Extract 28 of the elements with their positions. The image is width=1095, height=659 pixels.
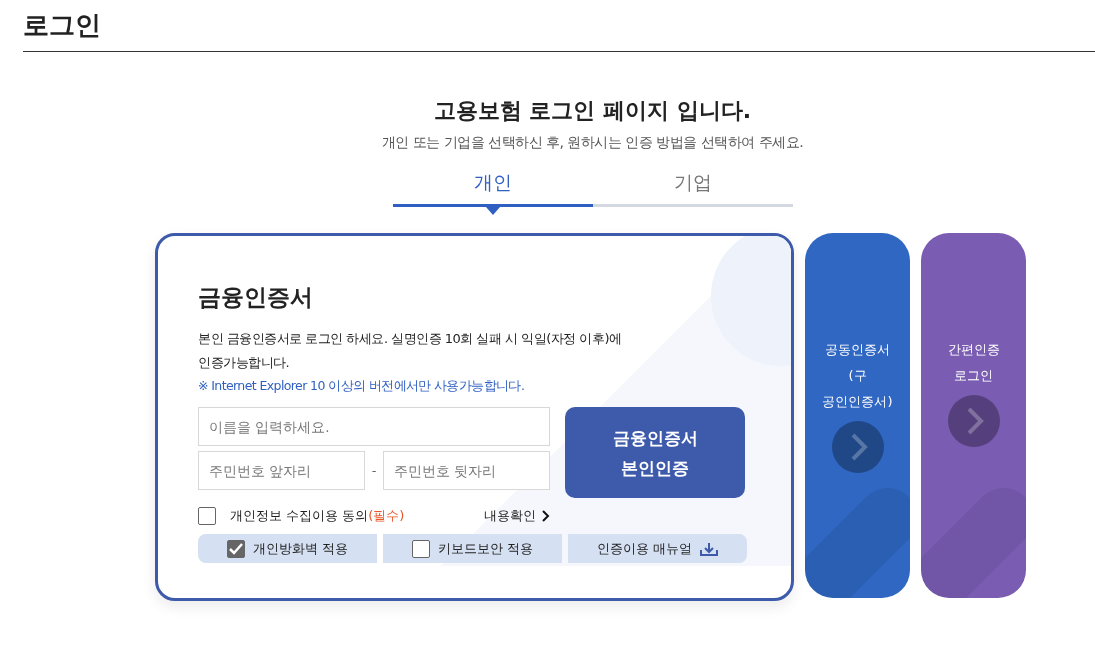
chevron-icon (542, 510, 550, 522)
browser-notice: ※ Internet Explorer 10 이상의 버전에서만 사용가능합니다. (198, 378, 525, 395)
consent-label: 개인정보 수집이용 동의(필수) (230, 507, 405, 525)
id-separator: - (371, 463, 377, 478)
tab-pointer-icon (485, 207, 500, 215)
verify-button[interactable]: 금융인증서 본인인증 (565, 407, 745, 498)
tab[interactable]: 개인 (392, 166, 593, 207)
card-title: 금융인증서 (198, 283, 313, 312)
details-link[interactable]: 내용확인 (484, 507, 550, 525)
checkbox[interactable] (198, 507, 216, 525)
checkbox[interactable] (411, 539, 430, 558)
option-toggle[interactable]: 개인방화벽 적용 (198, 534, 377, 563)
auth-option-card[interactable]: 공동인증서 (구 공인인증서) (805, 233, 910, 598)
auth-option-label: 간편인증 로그인 (947, 341, 1000, 385)
option-toggle[interactable]: 키보드보안 적용 (383, 534, 562, 563)
page-title: 로그인 (23, 9, 101, 42)
auth-option-label: 공동인증서 (구 공인인증서) (822, 341, 893, 411)
download-icon (700, 541, 719, 556)
page-heading: 고용보험 로그인 페이지 입니다. (433, 97, 752, 125)
tab[interactable]: 기업 (592, 166, 793, 207)
card-description: 본인 금융인증서로 로그인 하세요. 실명인증 10회 실패 시 익일(자정 이후)에 인증가능합니다. (198, 330, 623, 372)
checkbox[interactable] (226, 539, 245, 558)
manual-download-button[interactable]: 인증이용 매뉴얼 (568, 534, 747, 563)
id-back-field[interactable]: 주민번호 뒷자리 (383, 451, 550, 490)
auth-option-card[interactable]: 간편인증 로그인 (921, 233, 1026, 598)
id-front-field[interactable]: 주민번호 앞자리 (198, 451, 365, 490)
page-subtitle: 개인 또는 기업을 선택하신 후, 원하시는 인증 방법을 선택하여 주세요. (381, 134, 804, 152)
name-field[interactable]: 이름을 입력하세요. (198, 407, 550, 446)
